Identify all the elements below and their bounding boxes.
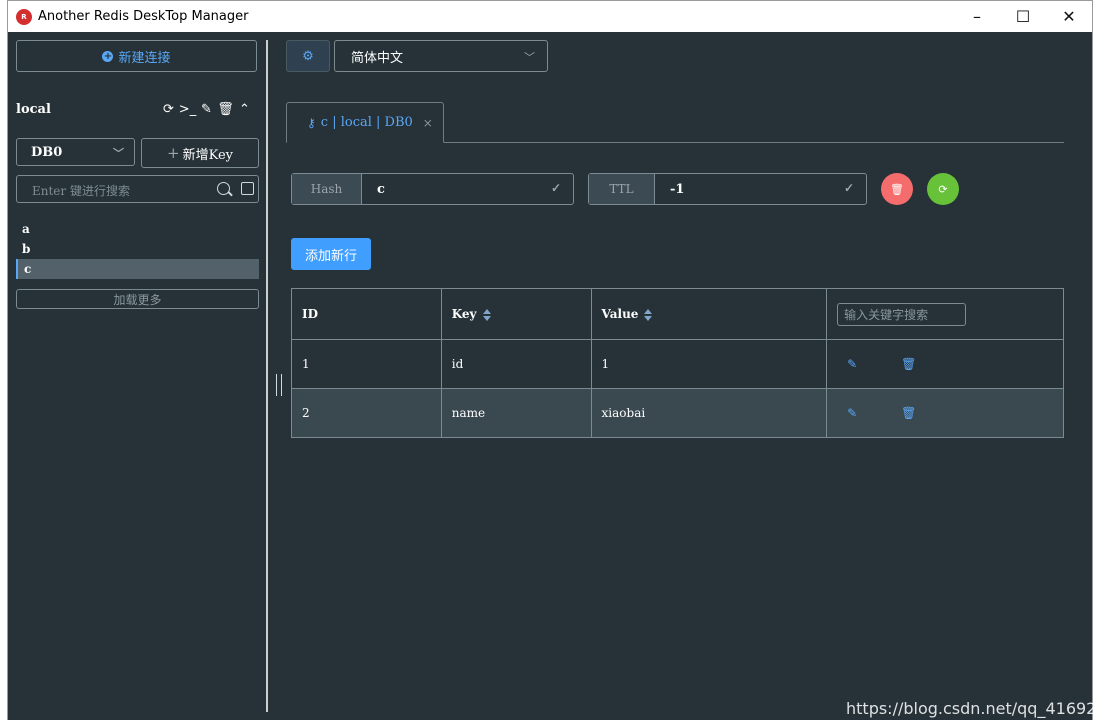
chevron-down-icon: ﹀ [113,147,124,160]
minimize-button[interactable]: – [954,1,1000,32]
redis-logo-icon: R [16,8,32,25]
check-icon[interactable]: ✓ [551,181,561,195]
tab-key-c[interactable]: ⚷ c | local | DB0 × [286,102,444,143]
cell-value: xiaobai [590,388,828,438]
ttl-value: -1 [670,181,685,197]
trash-icon[interactable]: 🗑︎ [217,102,234,117]
sort-icon[interactable] [482,308,491,321]
new-key-button[interactable]: + 新增Key [141,138,259,168]
window-title: Another Redis DeskTop Manager [38,9,249,24]
db-select-value: DB0 [31,144,63,160]
edit-icon[interactable]: ✎ [200,102,213,117]
add-row-button[interactable]: 添加新行 [291,238,371,270]
ttl-input[interactable]: -1 ✓ [655,174,866,204]
column-header-id: ID [291,288,442,340]
key-item-a[interactable]: a [16,219,259,239]
title-bar: R Another Redis DeskTop Manager – ☐ ✕ [8,1,1092,32]
tab-label: c | local | DB0 [320,115,413,130]
cell-value: 1 [590,339,828,389]
key-list: a b c [16,219,259,279]
edit-icon[interactable]: ✎ [847,357,857,371]
cell-id: 1 [291,339,442,389]
cell-actions: ✎ 🗑︎ [826,388,1064,438]
cell-key: name [440,388,592,438]
panel-splitter[interactable] [266,40,268,712]
column-header-key[interactable]: Key [440,288,592,340]
sort-icon[interactable] [644,308,653,321]
table-search-placeholder: 输入关键字搜索 [844,307,929,322]
trash-icon[interactable]: 🗑︎ [901,357,916,371]
connection-toolbar: ⟳ >_ ✎ 🗑︎ ⌃ [162,102,251,117]
db-select[interactable]: DB0 ﹀ [16,138,135,166]
refresh-icon[interactable]: ⟳ [162,102,175,117]
settings-button[interactable]: ⚙ [286,40,330,72]
search-icon[interactable] [217,182,230,195]
plus-icon: + [167,144,180,162]
ttl-label: TTL [589,174,655,204]
trash-icon: 🗑︎ [890,182,904,196]
table-row: 1 id 1 ✎ 🗑︎ [291,339,1064,389]
key-name-input[interactable]: c ✓ [362,174,573,204]
cell-key: id [440,339,592,389]
new-connection-label: 新建连接 [118,50,171,66]
app-client-area: + 新建连接 local ⟳ >_ ✎ 🗑︎ ⌃ DB0 ﹀ + 新增Key E… [8,32,1092,720]
edit-icon[interactable]: ✎ [847,406,857,420]
gear-icon: ⚙ [302,48,314,64]
key-search-input[interactable]: Enter 键进行搜索 [16,175,259,203]
new-key-label: 新增Key [182,147,233,163]
delete-key-button[interactable]: 🗑︎ [881,173,913,205]
splitter-grip-icon[interactable] [276,374,282,396]
table-row: 2 name xiaobai ✎ 🗑︎ [291,388,1064,438]
key-icon: ⚷ [307,115,316,130]
language-select-value: 简体中文 [351,50,404,66]
table-search-input[interactable]: 输入关键字搜索 [837,302,967,326]
terminal-icon[interactable]: >_ [179,102,196,117]
ttl-group: TTL -1 ✓ [588,173,867,205]
load-more-button[interactable]: 加载更多 [16,289,259,309]
trash-icon[interactable]: 🗑︎ [901,406,916,420]
column-header-value[interactable]: Value [590,288,828,340]
window-controls: – ☐ ✕ [954,1,1092,32]
maximize-button[interactable]: ☐ [1000,1,1046,32]
column-header-search: 输入关键字搜索 [826,288,1064,340]
key-type-label: Hash [292,174,362,204]
chevron-up-icon[interactable]: ⌃ [238,102,251,117]
plus-circle-icon: + [102,50,114,62]
key-item-b[interactable]: b [16,239,259,259]
chevron-down-icon: ﹀ [524,51,535,64]
key-name-value: c [377,181,385,197]
refresh-icon: ⟳ [938,182,948,196]
connection-sidebar: + 新建连接 local ⟳ >_ ✎ 🗑︎ ⌃ DB0 ﹀ + 新增Key E… [8,32,266,720]
close-button[interactable]: ✕ [1046,1,1092,32]
watermark-text: https://blog.csdn.net/qq_41692766 [846,699,1100,718]
check-icon[interactable]: ✓ [844,181,854,195]
key-item-c[interactable]: c [16,259,259,279]
connection-name[interactable]: local [16,102,51,117]
key-search-placeholder: Enter 键进行搜索 [32,184,130,198]
refresh-key-button[interactable]: ⟳ [927,173,959,205]
table-header-row: ID Key Value 输入关键字搜索 [291,288,1064,340]
key-name-group: Hash c ✓ [291,173,574,205]
app-window: R Another Redis DeskTop Manager – ☐ ✕ + … [7,0,1093,720]
main-panel: ⚙ 简体中文 ﹀ ⚷ c | local | DB0 × Hash c ✓ TT [286,32,1086,720]
exact-search-checkbox[interactable] [241,182,254,195]
cell-actions: ✎ 🗑︎ [826,339,1064,389]
language-select[interactable]: 简体中文 ﹀ [334,40,548,72]
hash-table: ID Key Value 输入关键字搜索 1 id 1 ✎ 🗑︎ 2 name … [291,288,1064,438]
cell-id: 2 [291,388,442,438]
new-connection-button[interactable]: + 新建连接 [16,40,257,72]
tab-close-icon[interactable]: × [423,116,433,130]
